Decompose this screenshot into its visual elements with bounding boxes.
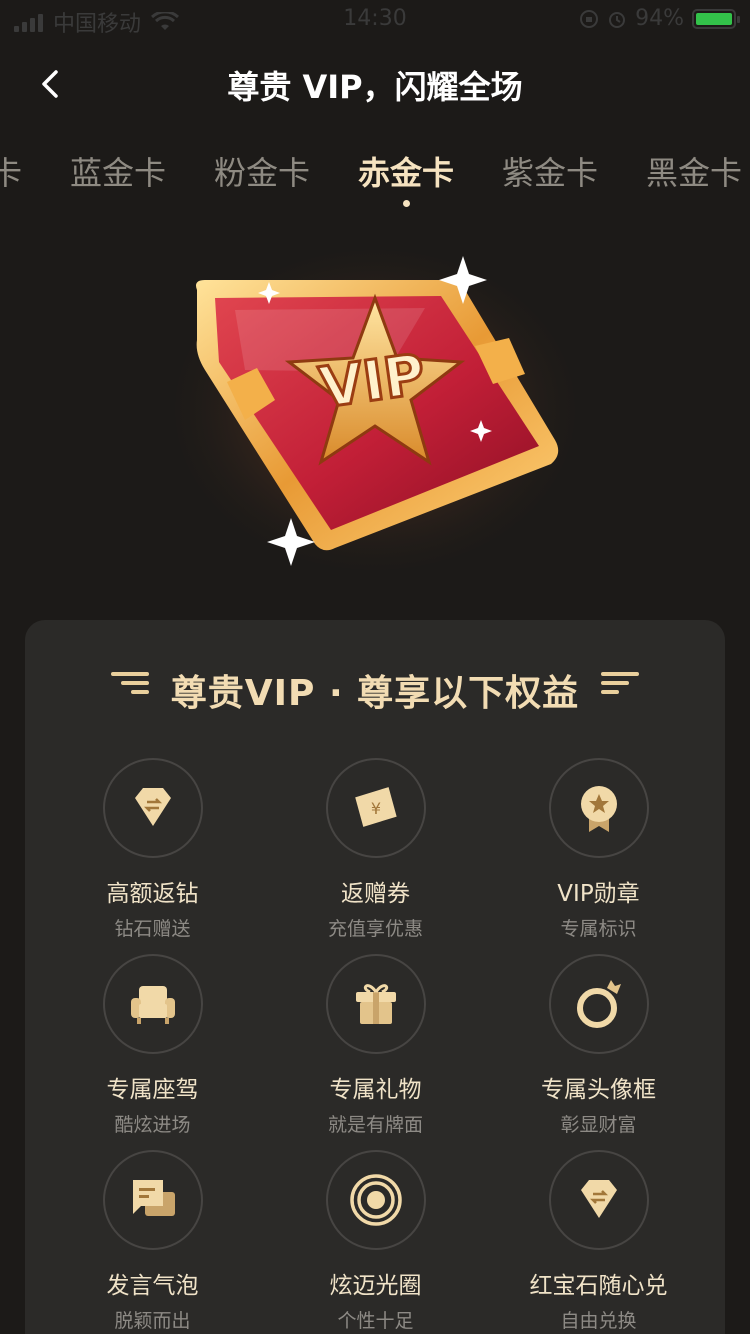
benefit-item-chat-bubble[interactable]: 发言气泡 脱颖而出 <box>41 1150 264 1333</box>
tab-blue-gold[interactable]: 蓝金卡 <box>70 148 166 194</box>
medal-icon <box>580 786 617 832</box>
tab-purple-gold[interactable]: 紫金卡 <box>502 148 598 194</box>
nav-bar: 尊贵 VIP，闪耀全场 <box>0 44 750 124</box>
diamond-icon <box>134 788 171 826</box>
rotation-lock-icon <box>580 9 599 28</box>
sofa-icon <box>130 986 175 1024</box>
title-decoration-right-icon <box>595 668 639 698</box>
gift-icon <box>355 984 396 1024</box>
vip-badge-icon: VIP <box>175 250 575 570</box>
svg-text:¥: ¥ <box>370 799 380 818</box>
ring-icon <box>576 980 621 1028</box>
chat-bubble-icon <box>132 1180 175 1216</box>
battery-icon <box>692 8 740 29</box>
benefit-item-halo[interactable]: 炫迈光圈 个性十足 <box>264 1150 487 1333</box>
tab-red-gold[interactable]: 赤金卡 <box>358 148 454 194</box>
halo-icon <box>349 1174 402 1226</box>
tab-partial[interactable]: 卡 <box>0 148 22 194</box>
status-bar: 中国移动 14:30 94% <box>0 0 750 40</box>
vip-card-graphic: VIP <box>175 250 575 570</box>
benefits-panel: 尊贵VIP · 尊享以下权益 高额返钻 钻石赠送 ¥ 返赠券 充值享优惠 VIP… <box>25 620 725 1334</box>
benefit-item-vip-medal[interactable]: VIP勋章 专属标识 <box>487 758 710 941</box>
battery-percent: 94% <box>635 6 684 31</box>
active-tab-indicator <box>403 200 410 207</box>
tab-pink-gold[interactable]: 粉金卡 <box>214 148 310 194</box>
alarm-icon <box>609 11 626 28</box>
benefit-item-ruby-exchange[interactable]: 红宝石随心兑 自由兑换 <box>487 1150 710 1333</box>
benefit-item-avatar-frame[interactable]: 专属头像框 彰显财富 <box>487 954 710 1137</box>
tab-black-gold[interactable]: 黑金卡 <box>646 148 742 194</box>
page-title: 尊贵 VIP，闪耀全场 <box>227 68 523 106</box>
gem-exchange-icon <box>580 1180 617 1218</box>
benefit-item-gift[interactable]: 专属礼物 就是有牌面 <box>264 954 487 1137</box>
card-tabs: 卡 蓝金卡 粉金卡 赤金卡 紫金卡 黑金卡 <box>0 148 750 208</box>
benefit-item-coupon[interactable]: ¥ 返赠券 充值享优惠 <box>264 758 487 941</box>
benefit-item-diamond-rebate[interactable]: 高额返钻 钻石赠送 <box>41 758 264 941</box>
benefit-item-vehicle[interactable]: 专属座驾 酷炫进场 <box>41 954 264 1137</box>
coupon-icon: ¥ <box>354 787 397 827</box>
